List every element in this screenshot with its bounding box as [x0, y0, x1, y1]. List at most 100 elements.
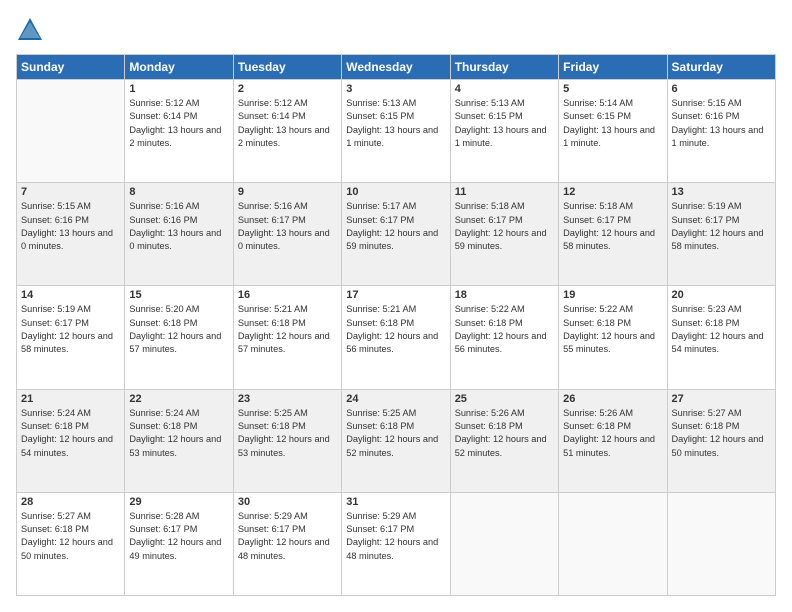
day-info: Sunrise: 5:29 AMSunset: 6:17 PMDaylight:… [346, 510, 445, 563]
sunrise-text: Sunrise: 5:28 AM [129, 511, 199, 521]
day-number: 21 [21, 393, 120, 405]
calendar-cell: 11Sunrise: 5:18 AMSunset: 6:17 PMDayligh… [450, 183, 558, 286]
sunset-text: Sunset: 6:14 PM [238, 111, 306, 121]
calendar-header-friday: Friday [559, 55, 667, 80]
daylight-text: Daylight: 13 hours and 0 minutes. [238, 228, 330, 251]
day-info: Sunrise: 5:13 AMSunset: 6:15 PMDaylight:… [455, 97, 554, 150]
day-info: Sunrise: 5:19 AMSunset: 6:17 PMDaylight:… [21, 303, 120, 356]
day-number: 16 [238, 289, 337, 301]
sunset-text: Sunset: 6:18 PM [129, 318, 197, 328]
day-number: 22 [129, 393, 228, 405]
day-info: Sunrise: 5:21 AMSunset: 6:18 PMDaylight:… [346, 303, 445, 356]
calendar-cell: 18 Sunrise: 5:22 AMSunset: 6:18 PMDayligh… [450, 286, 558, 389]
sunset-text: Sunset: 6:15 PM [455, 111, 523, 121]
day-number: 30 [238, 496, 337, 508]
calendar-header-monday: Monday [125, 55, 233, 80]
day-number: 9 [238, 186, 337, 198]
sunrise-text: Sunrise: 5:16 AM [238, 201, 308, 211]
sunrise-text: Sunrise: 5:16 AM [129, 201, 199, 211]
day-info: Sunrise: 5:14 AMSunset: 6:15 PMDaylight:… [563, 97, 662, 150]
calendar-week-row: 1 Sunrise: 5:12 AM Sunset: 6:14 PM Daylight… [17, 80, 776, 183]
sunrise-text: Sunrise: 5:14 AM [563, 98, 633, 108]
daylight-text: Daylight: 13 hours and 0 minutes. [129, 228, 221, 251]
sunrise-text: Sunrise: 5:12 AM [129, 98, 199, 108]
day-info: Sunrise: 5:21 AMSunset: 6:18 PMDaylight:… [238, 303, 337, 356]
calendar-header-saturday: Saturday [667, 55, 775, 80]
day-number: 1 [129, 83, 228, 95]
sunrise-text: Sunrise: 5:20 AM [129, 304, 199, 314]
calendar-cell: 8Sunrise: 5:16 AMSunset: 6:16 PMDaylight… [125, 183, 233, 286]
day-number: 24 [346, 393, 445, 405]
sunrise-text: Sunrise: 5:13 AM [346, 98, 416, 108]
daylight-text: Daylight: 12 hours and 57 minutes. [129, 331, 221, 354]
daylight-text: Daylight: 13 hours and 1 minute. [563, 125, 655, 148]
calendar-week-row: 7Sunrise: 5:15 AMSunset: 6:16 PMDaylight… [17, 183, 776, 286]
day-info: Sunrise: 5:19 AMSunset: 6:17 PMDaylight:… [672, 200, 771, 253]
day-info: Sunrise: 5:22 AMSunset: 6:18 PMDaylight:… [563, 303, 662, 356]
calendar-cell: 26Sunrise: 5:26 AMSunset: 6:18 PMDayligh… [559, 389, 667, 492]
day-info: Sunrise: 5:27 AMSunset: 6:18 PMDaylight:… [672, 407, 771, 460]
sunrise-text: Sunrise: 5:26 AM [563, 408, 633, 418]
day-number: 5 [563, 83, 662, 95]
daylight-text: Daylight: 13 hours and 2 minutes. [238, 125, 330, 148]
sunrise-text: Sunrise: 5:12 AM [238, 98, 308, 108]
calendar-cell: 13 Sunrise: 5:19 AMSunset: 6:17 PMDayligh… [667, 183, 775, 286]
day-number: 8 [129, 186, 228, 198]
day-number: 15 [129, 289, 228, 301]
sunset-text: Sunset: 6:17 PM [563, 215, 631, 225]
day-number: 2 [238, 83, 337, 95]
daylight-text: Daylight: 12 hours and 56 minutes. [455, 331, 547, 354]
daylight-text: Daylight: 12 hours and 53 minutes. [238, 434, 330, 457]
sunset-text: Sunset: 6:18 PM [238, 421, 306, 431]
daylight-text: Daylight: 12 hours and 52 minutes. [346, 434, 438, 457]
day-info: Sunrise: 5:18 AMSunset: 6:17 PMDaylight:… [455, 200, 554, 253]
sunset-text: Sunset: 6:17 PM [672, 215, 740, 225]
day-info: Sunrise: 5:22 AMSunset: 6:18 PMDaylight:… [455, 303, 554, 356]
calendar-cell: 3 Sunrise: 5:13 AMSunset: 6:15 PMDaylight… [342, 80, 450, 183]
sunset-text: Sunset: 6:17 PM [238, 524, 306, 534]
daylight-text: Daylight: 12 hours and 53 minutes. [129, 434, 221, 457]
calendar-cell [450, 492, 558, 595]
calendar-cell [667, 492, 775, 595]
sunrise-text: Sunrise: 5:18 AM [455, 201, 525, 211]
sunrise-text: Sunrise: 5:21 AM [238, 304, 308, 314]
daylight-text: Daylight: 12 hours and 58 minutes. [672, 228, 764, 251]
sunrise-text: Sunrise: 5:29 AM [238, 511, 308, 521]
daylight-text: Daylight: 12 hours and 51 minutes. [563, 434, 655, 457]
daylight-text: Daylight: 12 hours and 56 minutes. [346, 331, 438, 354]
calendar-cell: 2 Sunrise: 5:12 AM Sunset: 6:14 PM Daylight… [233, 80, 341, 183]
day-info: Sunrise: 5:13 AMSunset: 6:15 PMDaylight:… [346, 97, 445, 150]
daylight-text: Daylight: 12 hours and 57 minutes. [238, 331, 330, 354]
calendar-cell: 24Sunrise: 5:25 AMSunset: 6:18 PMDayligh… [342, 389, 450, 492]
sunset-text: Sunset: 6:18 PM [346, 318, 414, 328]
daylight-text: Daylight: 12 hours and 52 minutes. [455, 434, 547, 457]
sunset-text: Sunset: 6:18 PM [455, 421, 523, 431]
calendar-week-row: 14Sunrise: 5:19 AMSunset: 6:17 PMDayligh… [17, 286, 776, 389]
calendar-cell: 4Sunrise: 5:13 AMSunset: 6:15 PMDaylight… [450, 80, 558, 183]
calendar-cell: 7Sunrise: 5:15 AMSunset: 6:16 PMDaylight… [17, 183, 125, 286]
calendar-cell: 5 Sunrise: 5:14 AMSunset: 6:15 PMDaylight… [559, 80, 667, 183]
day-number: 12 [563, 186, 662, 198]
sunrise-text: Sunrise: 5:18 AM [563, 201, 633, 211]
calendar: SundayMondayTuesdayWednesdayThursdayFrid… [16, 54, 776, 596]
day-info: Sunrise: 5:27 AMSunset: 6:18 PMDaylight:… [21, 510, 120, 563]
sunrise-text: Sunrise: 5:27 AM [672, 408, 742, 418]
sunset-text: Sunset: 6:17 PM [21, 318, 89, 328]
day-number: 3 [346, 83, 445, 95]
sunrise-text: Sunrise: 5:26 AM [455, 408, 525, 418]
calendar-cell: 19Sunrise: 5:22 AMSunset: 6:18 PMDayligh… [559, 286, 667, 389]
sunset-text: Sunset: 6:16 PM [672, 111, 740, 121]
calendar-cell: 22 Sunrise: 5:24 AMSunset: 6:18 PMDayligh… [125, 389, 233, 492]
calendar-header-sunday: Sunday [17, 55, 125, 80]
calendar-cell: 10Sunrise: 5:17 AMSunset: 6:17 PMDayligh… [342, 183, 450, 286]
day-info: Sunrise: 5:24 AMSunset: 6:18 PMDaylight:… [129, 407, 228, 460]
calendar-cell: 31Sunrise: 5:29 AMSunset: 6:17 PMDayligh… [342, 492, 450, 595]
logo-icon [16, 16, 44, 44]
daylight-text: Daylight: 13 hours and 2 minutes. [129, 125, 221, 148]
day-number: 18 [455, 289, 554, 301]
day-number: 13 [672, 186, 771, 198]
calendar-cell: 28Sunrise: 5:27 AMSunset: 6:18 PMDayligh… [17, 492, 125, 595]
sunset-text: Sunset: 6:18 PM [455, 318, 523, 328]
page: SundayMondayTuesdayWednesdayThursdayFrid… [0, 0, 792, 612]
sunset-text: Sunset: 6:17 PM [129, 524, 197, 534]
